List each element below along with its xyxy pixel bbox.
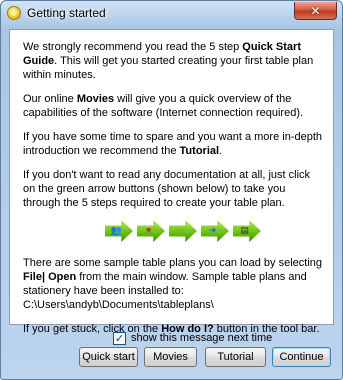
paragraph-arrows: If you don't want to read any documentat… [23,169,311,209]
continue-button[interactable]: Continue [272,347,331,367]
heart-icon: ♥ [145,225,152,235]
movies-link: Movies [76,93,115,105]
getting-started-dialog: Getting started ✕ We strongly recommend … [0,0,343,380]
step-5-arrow-icon: ▤ [233,220,261,242]
title-bar: Getting started ✕ [1,1,342,25]
show-message-option[interactable]: ✓ show this message next time [113,331,272,345]
app-icon [7,6,21,20]
window-title: Getting started [27,6,106,20]
samples-path: C:\Users\andyb\Documents\tableplans\ [23,299,214,311]
movies-button[interactable]: Movies [144,347,197,367]
printer-icon: ▤ [240,225,249,235]
close-button[interactable]: ✕ [294,2,337,20]
step-3-arrow-icon: ▭ [169,220,197,242]
file-open-menu-ref: File| Open [23,271,77,283]
step-arrow-row: 👥 ♥ ▭ ➜ ▤ [105,220,323,242]
step-1-arrow-icon: 👥 [105,220,133,242]
table-icon: ▭ [176,225,185,235]
quick-start-button[interactable]: Quick start [79,347,138,367]
tutorial-button[interactable]: Tutorial [205,347,266,367]
step-4-arrow-icon: ➜ [201,220,229,242]
paragraph-tutorial: If you have some time to spare and you w… [23,131,322,157]
arrow-icon: ➜ [208,225,217,235]
message-panel: We strongly recommend you read the 5 ste… [9,29,334,335]
tutorial-link: Tutorial [179,145,220,157]
paragraph-movies: Our online Movies will give you a quick … [23,93,304,119]
people-icon: 👥 [110,225,123,235]
paragraph-samples: There are some sample table plans you ca… [23,257,323,311]
step-2-arrow-icon: ♥ [137,220,165,242]
show-message-checkbox[interactable]: ✓ [113,331,126,345]
paragraph-quick-start: We strongly recommend you read the 5 ste… [23,41,314,81]
show-message-label[interactable]: show this message next time [131,332,272,344]
